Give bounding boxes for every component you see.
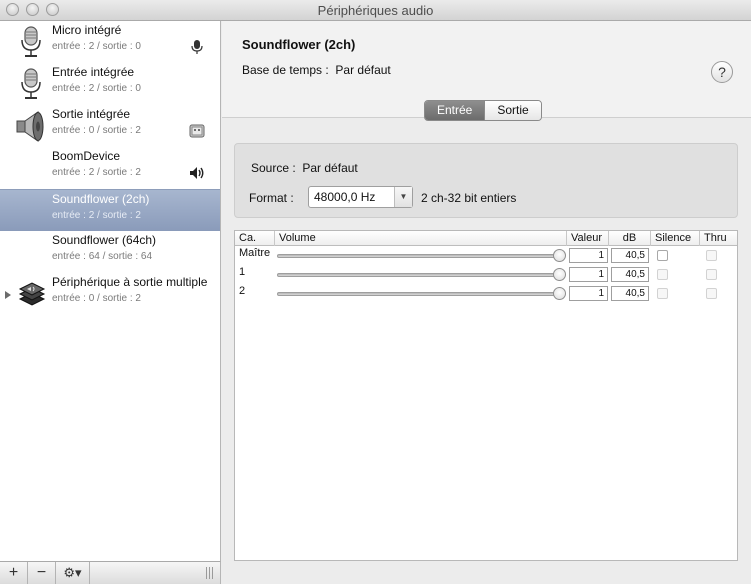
clock-source-label: Base de temps : xyxy=(242,63,329,77)
device-list: Micro intégré entrée : 2 / sortie : 0 En… xyxy=(0,21,221,561)
volume-badge-icon xyxy=(190,167,204,179)
source-value: Par défaut xyxy=(302,161,358,175)
format-group: Source : Par défaut Format : 48000,0 Hz … xyxy=(234,143,738,218)
volume-slider[interactable] xyxy=(277,254,555,258)
device-io: entrée : 0 / sortie : 2 xyxy=(52,293,141,304)
microphone-icon xyxy=(21,68,41,99)
table-header: Ca. Volume Valeur dB Silence Thru xyxy=(235,231,737,246)
audio-devices-window: Périphériques audio Micro intégré entrée… xyxy=(0,0,751,584)
db-field[interactable]: 40,5 xyxy=(611,267,649,282)
table-row: 2 1 40,5 xyxy=(235,284,737,303)
format-popup[interactable]: 48000,0 Hz ▼ xyxy=(308,186,413,208)
gear-menu-button[interactable]: ⚙▾ xyxy=(56,562,90,584)
device-io: entrée : 64 / sortie : 64 xyxy=(52,251,153,262)
help-button[interactable]: ? xyxy=(711,61,733,83)
column-db[interactable]: dB xyxy=(609,231,651,246)
volume-slider-knob[interactable] xyxy=(553,287,566,300)
channel-name: 1 xyxy=(239,266,246,278)
channel-name: 2 xyxy=(239,285,246,297)
volume-slider[interactable] xyxy=(277,273,555,277)
silence-checkbox xyxy=(657,288,668,299)
format-label: Format : xyxy=(249,191,294,205)
device-title: Soundflower (2ch) xyxy=(242,37,356,52)
device-boomdevice[interactable]: BoomDevice entrée : 2 / sortie : 2 xyxy=(0,147,220,189)
device-soundflower-64ch[interactable]: Soundflower (64ch) entrée : 64 / sortie … xyxy=(0,231,220,273)
table-row: Maître 1 40,5 xyxy=(235,246,737,265)
device-entree-integree[interactable]: Entrée intégrée entrée : 2 / sortie : 0 xyxy=(0,63,220,105)
device-name: Soundflower (64ch) xyxy=(52,233,157,247)
volume-slider[interactable] xyxy=(277,292,555,296)
device-name: Périphérique à sortie multiple xyxy=(52,275,208,289)
thru-checkbox xyxy=(706,269,717,280)
window-title: Périphériques audio xyxy=(317,3,434,18)
device-sortie-multiple[interactable]: Périphérique à sortie multiple entrée : … xyxy=(0,273,220,315)
device-name: Micro intégré xyxy=(52,23,122,37)
device-io: entrée : 2 / sortie : 0 xyxy=(52,41,141,52)
clock-source-value: Par défaut xyxy=(335,63,391,77)
format-value: 48000,0 Hz xyxy=(314,190,376,204)
thru-checkbox xyxy=(706,288,717,299)
value-field[interactable]: 1 xyxy=(569,248,608,263)
column-silence[interactable]: Silence xyxy=(651,231,700,246)
format-description: 2 ch-32 bit entiers xyxy=(421,191,517,205)
table-row: 1 1 40,5 xyxy=(235,265,737,284)
source-label: Source : xyxy=(251,161,296,175)
clock-source: Base de temps : Par défaut xyxy=(242,63,391,77)
value-field[interactable]: 1 xyxy=(569,267,608,282)
title-bar: Périphériques audio xyxy=(0,0,751,21)
db-field[interactable]: 40,5 xyxy=(611,286,649,301)
device-detail-pane: Soundflower (2ch) Base de temps : Par dé… xyxy=(222,21,751,584)
column-channel[interactable]: Ca. xyxy=(235,231,275,246)
tab-entree[interactable]: Entrée xyxy=(425,101,485,120)
device-sortie-integree[interactable]: Sortie intégrée entrée : 0 / sortie : 2 xyxy=(0,105,220,147)
source-row: Source : Par défaut xyxy=(251,161,358,175)
device-name: Sortie intégrée xyxy=(52,107,131,121)
device-micro-integre[interactable]: Micro intégré entrée : 2 / sortie : 0 xyxy=(0,21,220,63)
silence-checkbox[interactable] xyxy=(657,250,668,261)
speaker-icon xyxy=(16,111,44,142)
value-field[interactable]: 1 xyxy=(569,286,608,301)
db-field[interactable]: 40,5 xyxy=(611,248,649,263)
device-name: BoomDevice xyxy=(52,149,121,163)
channel-table: Ca. Volume Valeur dB Silence Thru Maître… xyxy=(234,230,738,561)
channel-name: Maître xyxy=(239,247,271,259)
chevron-down-icon: ▼ xyxy=(394,187,412,207)
multi-output-icon xyxy=(18,282,46,306)
device-io: entrée : 2 / sortie : 2 xyxy=(52,167,141,178)
device-name: Soundflower (2ch) xyxy=(52,192,150,206)
column-volume[interactable]: Volume xyxy=(275,231,567,246)
microphone-icon xyxy=(21,26,41,57)
tab-sortie[interactable]: Sortie xyxy=(484,101,541,120)
volume-slider-knob[interactable] xyxy=(553,268,566,281)
sidebar-toolbar: + − ⚙▾ xyxy=(0,561,221,584)
thru-checkbox xyxy=(706,250,717,261)
disclosure-triangle-icon[interactable] xyxy=(5,291,11,299)
remove-device-button[interactable]: − xyxy=(28,562,56,584)
column-thru[interactable]: Thru xyxy=(700,231,737,246)
device-name: Entrée intégrée xyxy=(52,65,135,79)
io-segmented-control: Entrée Sortie xyxy=(424,100,542,121)
mic-badge-icon xyxy=(191,40,203,54)
device-io: entrée : 2 / sortie : 2 xyxy=(52,210,141,221)
device-io: entrée : 2 / sortie : 0 xyxy=(52,83,141,94)
split-resize-handle[interactable] xyxy=(206,567,214,579)
add-device-button[interactable]: + xyxy=(0,562,28,584)
finder-badge-icon xyxy=(189,124,205,138)
column-value[interactable]: Valeur xyxy=(567,231,609,246)
silence-checkbox xyxy=(657,269,668,280)
volume-slider-knob[interactable] xyxy=(553,249,566,262)
device-io: entrée : 0 / sortie : 2 xyxy=(52,125,141,136)
device-soundflower-2ch[interactable]: Soundflower (2ch) entrée : 2 / sortie : … xyxy=(0,189,220,231)
